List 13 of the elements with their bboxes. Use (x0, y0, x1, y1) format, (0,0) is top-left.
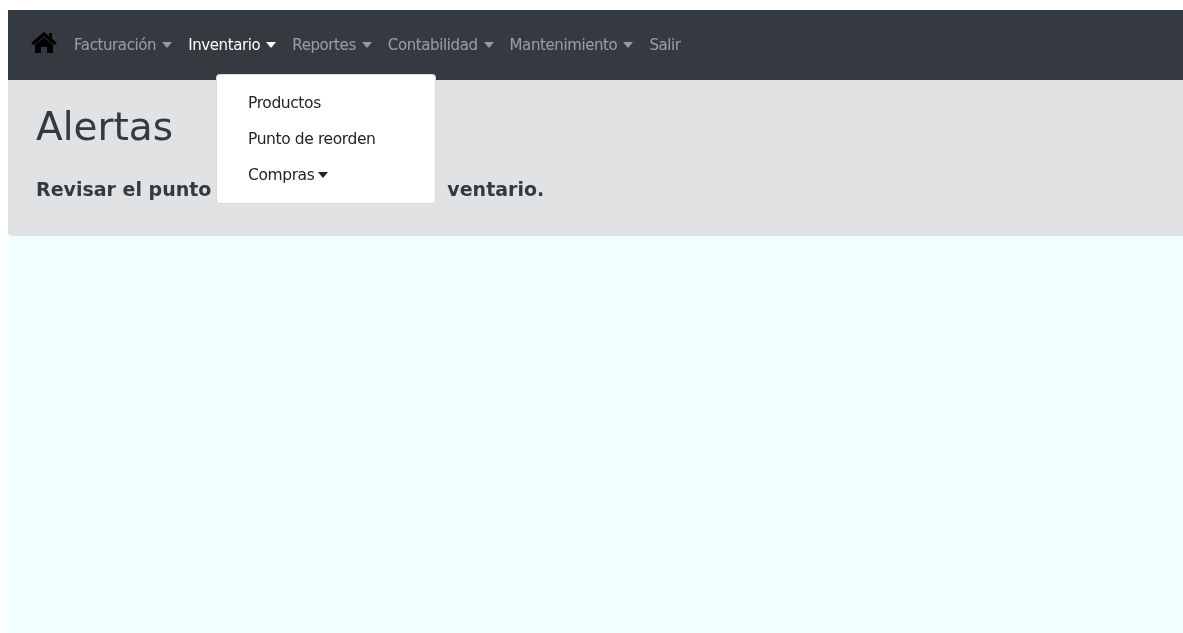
nav-link[interactable]: Salir (641, 36, 689, 54)
lead-text: Revisar el punto (36, 178, 212, 200)
menu-item[interactable]: Punto de reorden (217, 121, 435, 157)
menu-item[interactable]: Productos (217, 85, 435, 121)
nav-link[interactable]: Contabilidad (379, 36, 502, 54)
nav-link[interactable]: Facturación (66, 36, 181, 54)
home-icon[interactable] (30, 30, 58, 54)
lead-text: ventario. (447, 178, 545, 200)
nav-link[interactable]: Inventario (180, 36, 285, 54)
page-title: Alertas (36, 103, 174, 151)
nav-link[interactable]: Reportes (284, 36, 380, 54)
nav-link[interactable]: Mantenimiento (501, 36, 642, 54)
menu-item[interactable]: Compras (217, 157, 435, 193)
